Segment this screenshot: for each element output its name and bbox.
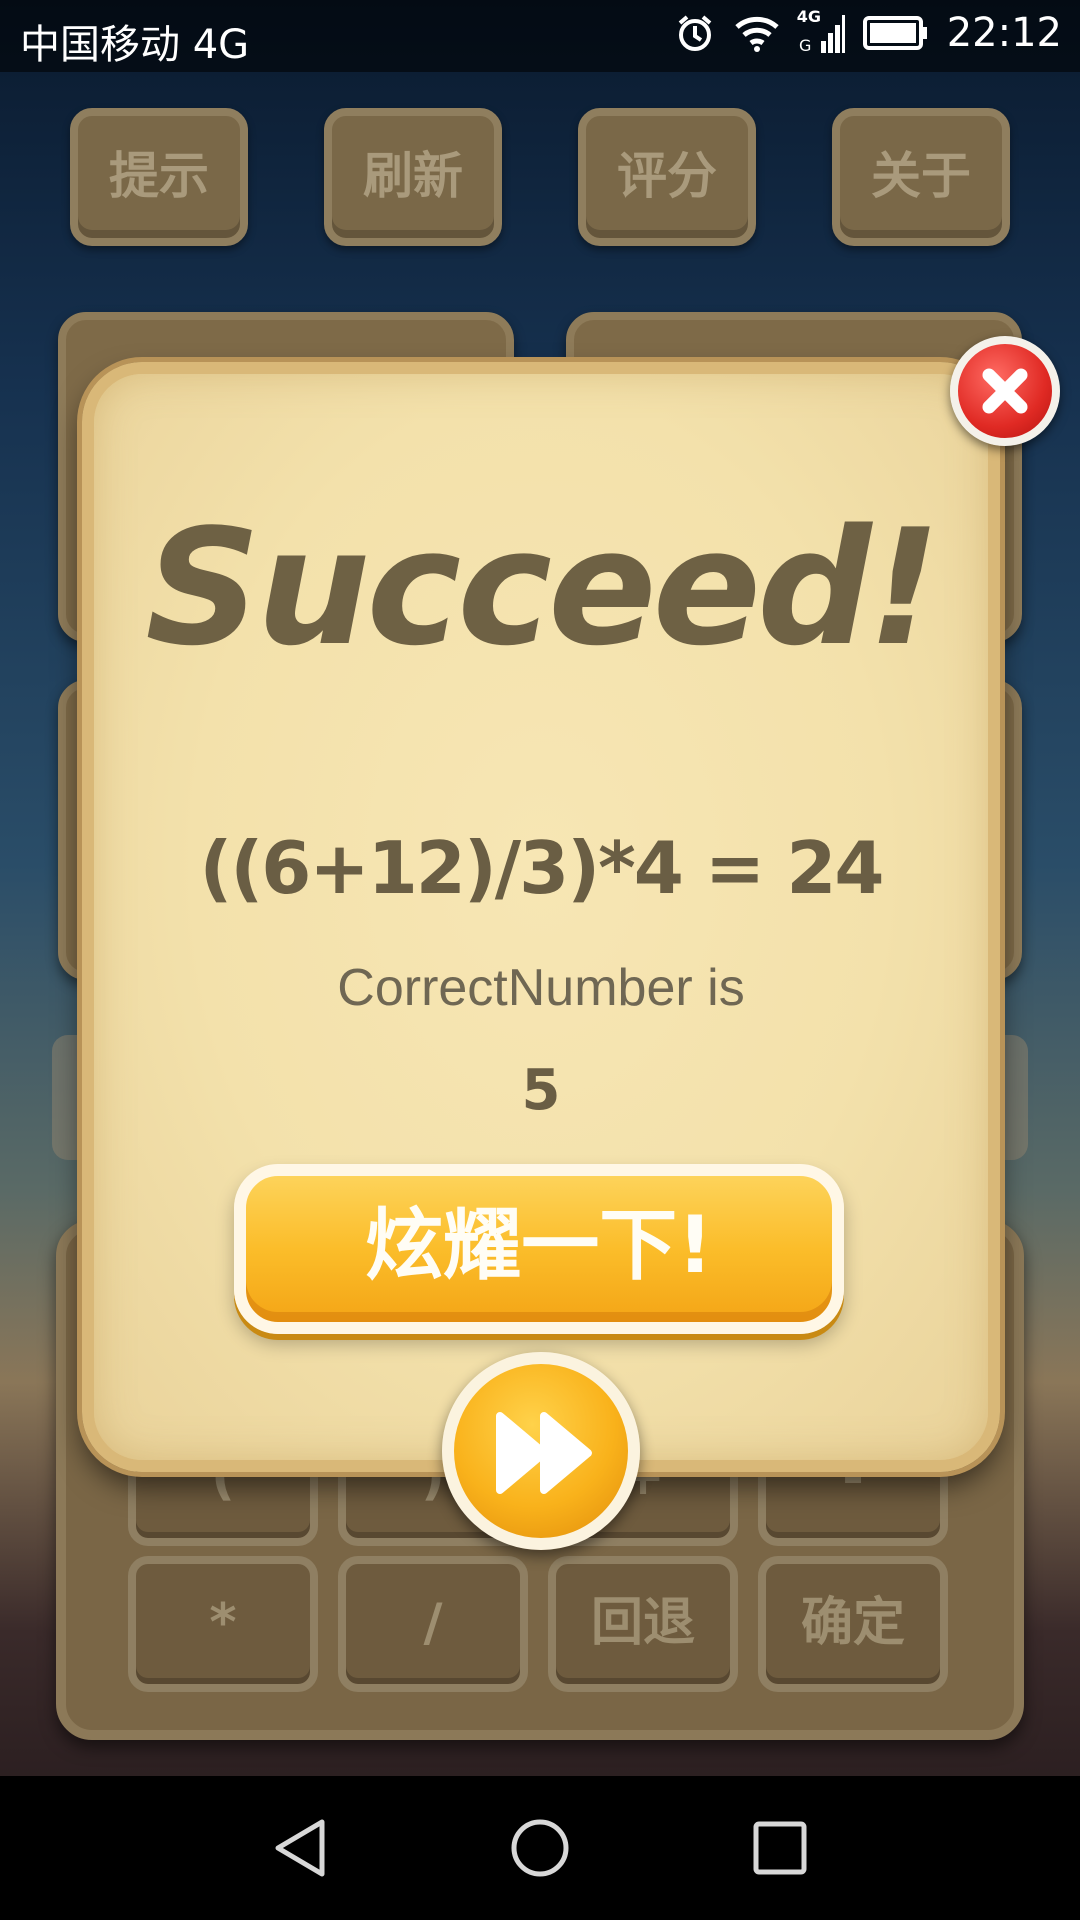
home-icon[interactable] (510, 1818, 570, 1878)
refresh-button[interactable]: 刷新 (324, 108, 502, 246)
about-button[interactable]: 关于 (832, 108, 1010, 246)
alarm-icon (675, 13, 715, 53)
key-backspace[interactable]: 回退 (548, 1556, 738, 1692)
key-multiply[interactable]: * (128, 1556, 318, 1692)
status-bar: 中国移动 4G 4G G 22:12 (0, 0, 1080, 72)
rate-button[interactable]: 评分 (578, 108, 756, 246)
next-level-button[interactable] (442, 1352, 640, 1550)
clock: 22:12 (946, 10, 1062, 56)
close-button[interactable] (950, 336, 1060, 446)
wifi-icon (733, 13, 781, 53)
key-divide[interactable]: / (338, 1556, 528, 1692)
dialog-title: Succeed! (145, 494, 940, 681)
share-button[interactable]: 炫耀一下! (234, 1164, 844, 1334)
solution-formula: ((6+12)/3)*4 = 24 (199, 826, 884, 910)
hint-button[interactable]: 提示 (70, 108, 248, 246)
status-icons: 4G G 22:12 (675, 7, 1062, 56)
battery-icon (862, 15, 929, 51)
recents-icon[interactable] (752, 1818, 808, 1878)
signal-icon: 4G G (797, 7, 845, 55)
carrier-label: 中国移动 4G (20, 22, 250, 68)
correct-number-value: 5 (521, 1058, 561, 1123)
key-confirm[interactable]: 确定 (758, 1556, 948, 1692)
network-type-label: 4G (796, 7, 821, 26)
success-dialog: Succeed! ((6+12)/3)*4 = 24 CorrectNumber… (82, 362, 1000, 1472)
correct-number-label: CorrectNumber is (337, 959, 745, 1017)
back-icon[interactable] (272, 1818, 328, 1878)
svg-text:G: G (799, 36, 811, 55)
navigation-bar (0, 1776, 1080, 1920)
